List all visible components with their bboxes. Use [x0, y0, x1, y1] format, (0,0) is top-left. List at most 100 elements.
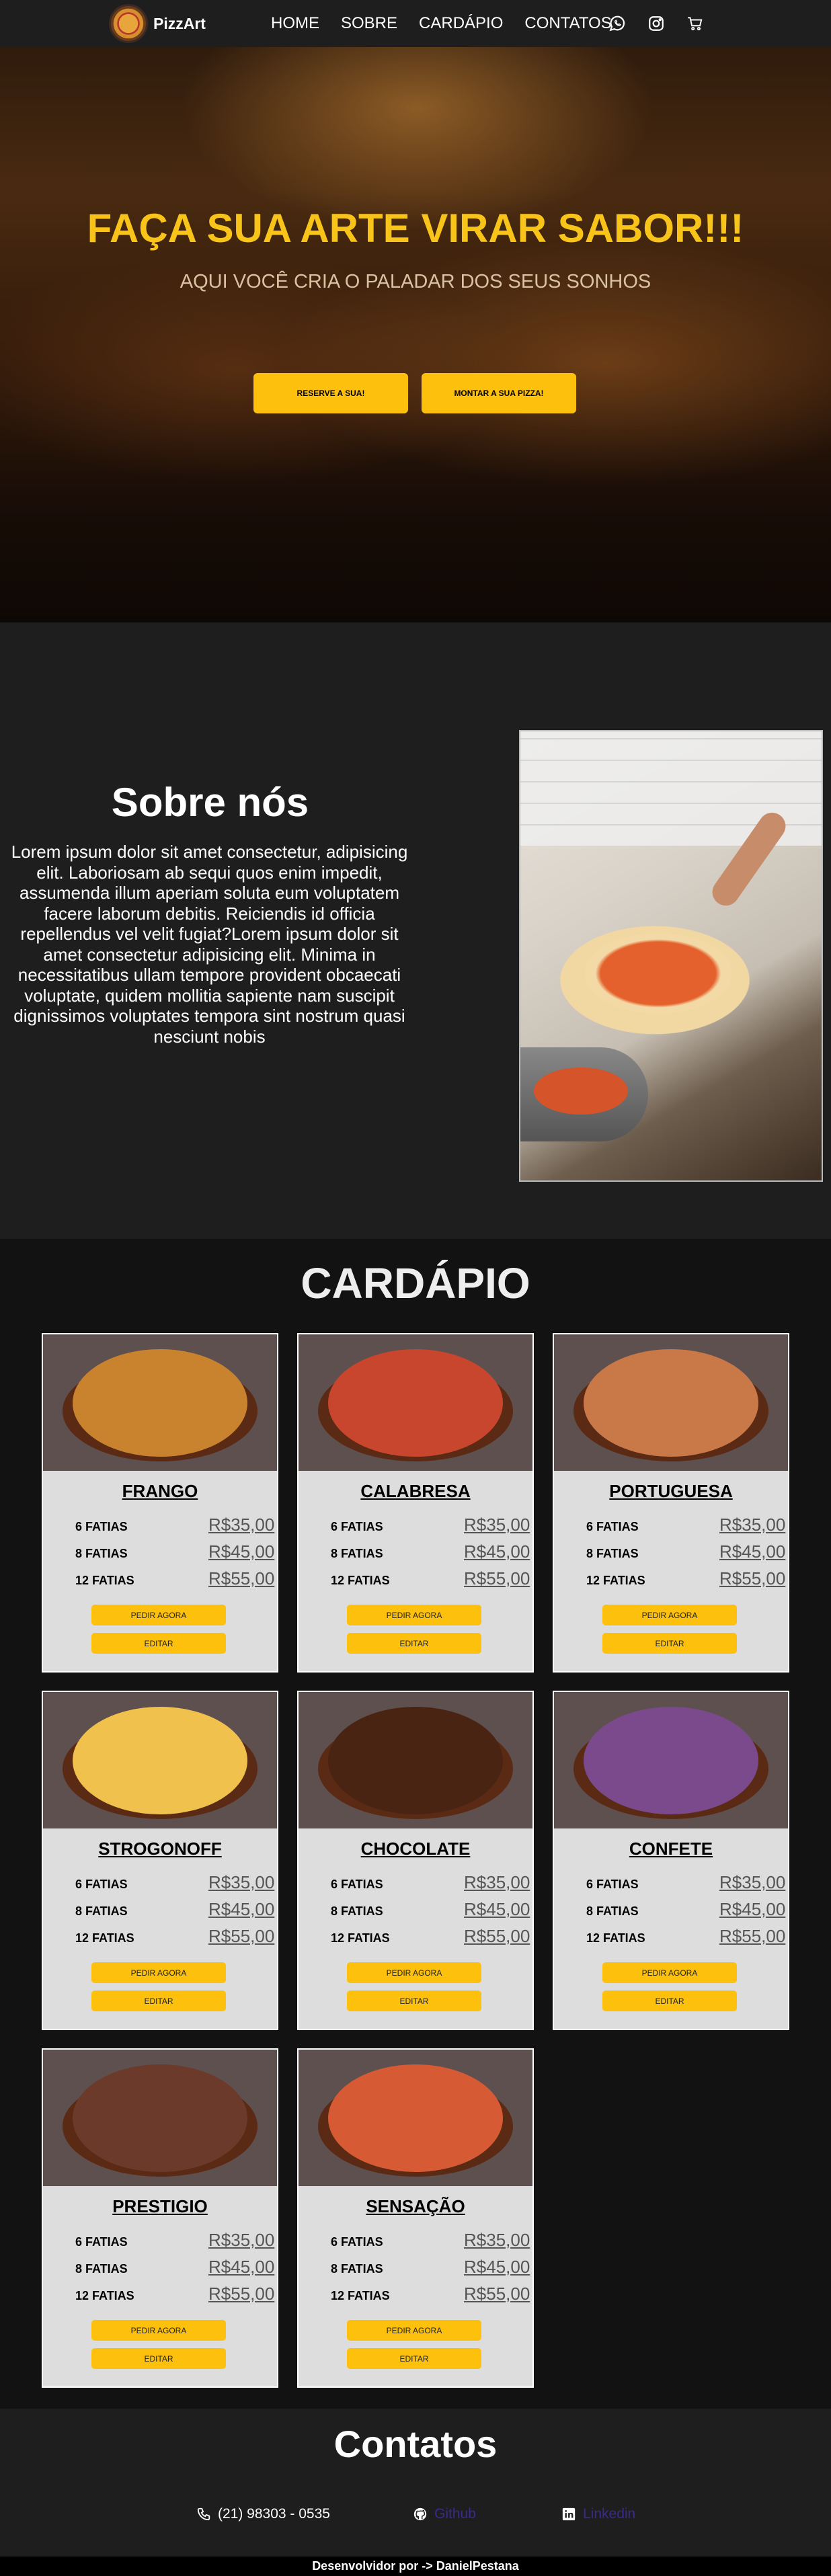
build-pizza-button[interactable]: MONTAR A SUA PIZZA!	[422, 373, 576, 413]
order-now-button[interactable]: PEDIR AGORA	[347, 2320, 481, 2341]
navbar: PizzArt HOME SOBRE CARDÁPIO CONTATOS	[0, 0, 831, 47]
edit-button[interactable]: EDITAR	[602, 1633, 737, 1654]
price-value[interactable]: R$55,00	[464, 2284, 530, 2304]
price-row: 6 FATIAS R$35,00	[75, 1515, 274, 1537]
size-label: 12 FATIAS	[331, 2289, 390, 2302]
nav-link-contatos[interactable]: CONTATOS	[524, 14, 611, 33]
order-now-button[interactable]: PEDIR AGORA	[347, 1605, 481, 1625]
about-section: Sobre nós Lorem ipsum dolor sit amet con…	[0, 622, 831, 1239]
price-value[interactable]: R$55,00	[464, 1926, 530, 1947]
order-now-button[interactable]: PEDIR AGORA	[91, 2320, 226, 2341]
price-value[interactable]: R$35,00	[464, 2230, 530, 2251]
price-value[interactable]: R$55,00	[719, 1568, 785, 1589]
price-value[interactable]: R$35,00	[208, 2230, 274, 2251]
price-value[interactable]: R$45,00	[208, 1899, 274, 1920]
pizza-image	[43, 1692, 277, 1828]
pizza-image	[299, 1692, 532, 1828]
whatsapp-icon[interactable]	[608, 15, 626, 32]
contact-linkedin-link[interactable]: Linkedin	[561, 2504, 635, 2524]
nav-link-home[interactable]: HOME	[271, 14, 319, 33]
size-label: 6 FATIAS	[586, 1520, 639, 1533]
contacts-section: Contatos (21) 98303 - 0535 Github Linked…	[0, 2409, 831, 2557]
pizza-name: CONFETE	[629, 1839, 713, 1859]
order-now-button[interactable]: PEDIR AGORA	[91, 1962, 226, 1983]
order-now-button[interactable]: PEDIR AGORA	[91, 1605, 226, 1625]
size-label: 12 FATIAS	[75, 2289, 134, 2302]
pizza-disc	[328, 2064, 503, 2172]
price-value[interactable]: R$35,00	[208, 1872, 274, 1893]
menu-section: CARDÁPIO FRANGO 6 FATIAS R$35,00 8 FATIAS R$…	[0, 1239, 831, 2409]
edit-button[interactable]: EDITAR	[347, 1990, 481, 2011]
order-now-button[interactable]: PEDIR AGORA	[347, 1962, 481, 1983]
linkedin-icon	[562, 2507, 576, 2521]
pizza-disc	[73, 2064, 247, 2172]
pizza-logo-icon	[109, 4, 148, 43]
menu-card: STROGONOFF 6 FATIAS R$35,00 8 FATIAS R$45,00…	[42, 1691, 278, 2030]
size-label: 6 FATIAS	[75, 1878, 128, 1891]
about-text: Lorem ipsum dolor sit amet consectetur, …	[11, 842, 408, 1047]
price-value[interactable]: R$45,00	[208, 1541, 274, 1562]
contact-linkedin-text: Linkedin	[583, 2506, 636, 2522]
photo-pizza-dough	[584, 933, 732, 1014]
nav-icons	[608, 0, 704, 47]
price-row: 8 FATIAS R$45,00	[75, 1541, 274, 1564]
edit-button[interactable]: EDITAR	[347, 2348, 481, 2369]
instagram-icon[interactable]	[647, 15, 665, 32]
edit-button[interactable]: EDITAR	[91, 1990, 226, 2011]
price-value[interactable]: R$35,00	[719, 1872, 785, 1893]
price-value[interactable]: R$45,00	[719, 1541, 785, 1562]
pizza-disc	[73, 1706, 247, 1814]
pizza-disc	[328, 1349, 503, 1457]
price-value[interactable]: R$55,00	[464, 1568, 530, 1589]
price-value[interactable]: R$55,00	[208, 1926, 274, 1947]
pizza-image	[554, 1692, 788, 1828]
price-row: 12 FATIAS R$55,00	[586, 1568, 785, 1591]
price-row: 8 FATIAS R$45,00	[586, 1541, 785, 1564]
price-value[interactable]: R$55,00	[208, 2284, 274, 2304]
price-value[interactable]: R$55,00	[208, 1568, 274, 1589]
brand-logo[interactable]: PizzArt	[109, 4, 206, 43]
price-value[interactable]: R$45,00	[464, 1541, 530, 1562]
size-label: 6 FATIAS	[331, 2235, 383, 2249]
edit-button[interactable]: EDITAR	[91, 2348, 226, 2369]
edit-button[interactable]: EDITAR	[91, 1633, 226, 1654]
price-value[interactable]: R$35,00	[719, 1515, 785, 1535]
contact-github-link[interactable]: Github	[413, 2504, 476, 2524]
edit-button[interactable]: EDITAR	[602, 1990, 737, 2011]
price-row: 12 FATIAS R$55,00	[75, 2284, 274, 2306]
pizza-name: SENSAÇÃO	[366, 2196, 465, 2216]
price-value[interactable]: R$45,00	[464, 1899, 530, 1920]
nav-links: HOME SOBRE CARDÁPIO CONTATOS	[271, 0, 633, 47]
price-value[interactable]: R$55,00	[719, 1926, 785, 1947]
brand-name: PizzArt	[153, 14, 206, 32]
pizza-image	[43, 2050, 277, 2186]
pizza-image	[554, 1334, 788, 1471]
price-value[interactable]: R$35,00	[208, 1515, 274, 1535]
hero-title: FAÇA SUA ARTE VIRAR SABOR!!!	[87, 206, 744, 251]
order-now-button[interactable]: PEDIR AGORA	[602, 1605, 737, 1625]
contact-phone[interactable]: (21) 98303 - 0535	[196, 2504, 330, 2524]
order-now-button[interactable]: PEDIR AGORA	[602, 1962, 737, 1983]
price-value[interactable]: R$45,00	[464, 2257, 530, 2278]
hero-background	[0, 47, 831, 622]
size-label: 12 FATIAS	[75, 1931, 134, 1945]
edit-button[interactable]: EDITAR	[347, 1633, 481, 1654]
cart-icon[interactable]	[686, 15, 704, 32]
price-row: 12 FATIAS R$55,00	[331, 1568, 530, 1591]
nav-link-cardapio[interactable]: CARDÁPIO	[419, 14, 503, 33]
menu-card: PORTUGUESA 6 FATIAS R$35,00 8 FATIAS R$45,00…	[553, 1333, 789, 1673]
size-label: 12 FATIAS	[586, 1574, 645, 1587]
price-value[interactable]: R$35,00	[464, 1515, 530, 1535]
price-value[interactable]: R$35,00	[464, 1872, 530, 1893]
pizza-image	[299, 2050, 532, 2186]
price-row: 8 FATIAS R$45,00	[75, 1899, 274, 1922]
size-label: 8 FATIAS	[586, 1904, 639, 1918]
nav-link-sobre[interactable]: SOBRE	[341, 14, 397, 33]
pizza-name: FRANGO	[122, 1481, 198, 1501]
price-value[interactable]: R$45,00	[208, 2257, 274, 2278]
reserve-button[interactable]: RESERVE A SUA!	[253, 373, 408, 413]
price-value[interactable]: R$45,00	[719, 1899, 785, 1920]
contacts-title: Contatos	[333, 2423, 498, 2465]
price-row: 8 FATIAS R$45,00	[586, 1899, 785, 1922]
pizza-disc	[328, 1706, 503, 1814]
